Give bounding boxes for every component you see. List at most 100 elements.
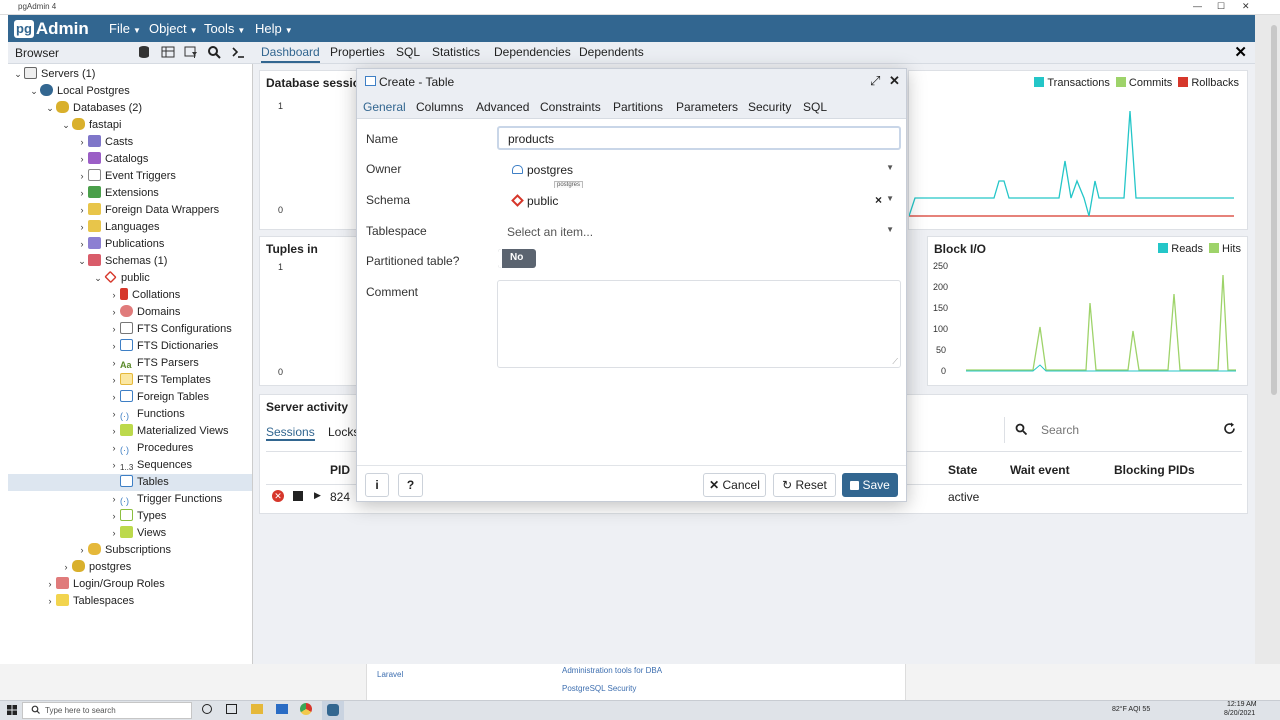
tab-dependents[interactable]: Dependents [579, 45, 644, 59]
chevron-right-icon[interactable]: › [108, 525, 120, 542]
chevron-right-icon[interactable]: › [60, 559, 72, 576]
menu-file[interactable]: File ▼ [109, 21, 141, 36]
close-dialog-icon[interactable]: ✕ [889, 73, 900, 89]
tree-item-foreign-tables[interactable]: › Foreign Tables [108, 389, 209, 406]
tree-item-trigger-functions[interactable]: › (·) Trigger Functions [108, 491, 223, 508]
activity-search-input[interactable] [1041, 421, 1191, 439]
tree-item-fts-templates[interactable]: › FTS Templates [108, 372, 211, 389]
chevron-right-icon[interactable]: › [76, 134, 88, 151]
chevron-down-icon[interactable]: ▼ [886, 225, 894, 234]
psql-tool-icon[interactable] [230, 45, 246, 61]
windows-start-icon[interactable] [7, 705, 17, 718]
search-objects-icon[interactable] [206, 45, 222, 61]
chevron-right-icon[interactable]: › [108, 287, 120, 304]
tree-item-fts-parsers[interactable]: › Aa FTS Parsers [108, 355, 199, 372]
minimize-button[interactable]: — [1193, 1, 1202, 11]
tree-item-sequences[interactable]: › 1..3 Sequences [108, 457, 193, 474]
page-scrollbar[interactable] [1271, 25, 1277, 395]
tree-item-views[interactable]: › Views [108, 525, 166, 542]
schema-select[interactable]: public × ▼ [497, 188, 901, 212]
tab-parameters[interactable]: Parameters [676, 100, 738, 114]
cancel-query-icon[interactable]: ✕ [272, 490, 284, 502]
tree-item-casts[interactable]: › Casts [76, 134, 133, 151]
link-postgresql-security[interactable]: PostgreSQL Security [562, 684, 636, 693]
tab-locks[interactable]: Locks [328, 425, 359, 439]
clock-time[interactable]: 12:19 AM [1227, 701, 1257, 708]
taskbar-search-box[interactable]: Type here to search [22, 702, 192, 719]
chevron-down-icon[interactable]: ▼ [886, 163, 894, 172]
owner-select[interactable]: postgres ▼ postgres [497, 157, 901, 189]
tree-item-extensions[interactable]: › Extensions [76, 185, 159, 202]
tab-constraints[interactable]: Constraints [540, 100, 601, 114]
chevron-right-icon[interactable]: › [108, 457, 120, 474]
cortana-icon[interactable] [202, 704, 212, 714]
resize-grip-icon[interactable]: ⟋ [892, 357, 898, 367]
tree-item-fastapi[interactable]: ⌄ fastapi [60, 117, 121, 134]
tree-item-materialized-views[interactable]: › Materialized Views [108, 423, 229, 440]
chevron-down-icon[interactable]: ⌄ [60, 117, 72, 134]
menu-object[interactable]: Object ▼ [149, 21, 198, 36]
chevron-down-icon[interactable]: ⌄ [44, 100, 56, 117]
chevron-down-icon[interactable]: ⌄ [92, 270, 104, 287]
tree-item-domains[interactable]: › Domains [108, 304, 180, 321]
tree-item-publications[interactable]: › Publications [76, 236, 164, 253]
chevron-down-icon[interactable]: ⌄ [28, 83, 40, 100]
tree-item-languages[interactable]: › Languages [76, 219, 159, 236]
tree-item-fts-dictionaries[interactable]: › FTS Dictionaries [108, 338, 218, 355]
tab-columns[interactable]: Columns [416, 100, 463, 114]
close-tab-icon[interactable]: ✕ [1234, 43, 1247, 61]
partitioned-toggle[interactable]: No [498, 249, 536, 268]
maximize-dialog-icon[interactable]: ⤢ [870, 73, 880, 89]
tab-properties[interactable]: Properties [330, 45, 385, 59]
tree-item-public[interactable]: ⌄ public [92, 270, 150, 287]
tablespace-select[interactable]: Select an item... ▼ [497, 219, 901, 243]
comment-textarea[interactable]: ⟋ [497, 280, 901, 368]
clear-schema-icon[interactable]: × [875, 193, 882, 207]
tab-general[interactable]: General [363, 100, 406, 114]
tree-item-login-group-roles[interactable]: › Login/Group Roles [44, 576, 165, 593]
chevron-down-icon[interactable]: ⌄ [76, 253, 88, 270]
query-tool-icon[interactable] [136, 45, 152, 61]
chevron-right-icon[interactable]: › [108, 440, 120, 457]
filter-rows-icon[interactable] [183, 45, 199, 61]
view-data-icon[interactable] [160, 45, 176, 61]
tree-item-subscriptions[interactable]: › Subscriptions [76, 542, 171, 559]
tree-item-procedures[interactable]: › (·) Procedures [108, 440, 194, 457]
chevron-right-icon[interactable]: › [76, 168, 88, 185]
chevron-right-icon[interactable]: › [108, 406, 120, 423]
pgadmin-logo[interactable]: pg Admin [14, 19, 89, 39]
chevron-right-icon[interactable]: › [108, 338, 120, 355]
clock-date[interactable]: 8/20/2021 [1224, 710, 1255, 717]
tree-item-databases[interactable]: ⌄ Databases (2) [44, 100, 142, 117]
file-explorer-icon[interactable] [251, 704, 263, 714]
reset-button[interactable]: ↻ Reset [773, 473, 836, 497]
chevron-right-icon[interactable]: › [76, 151, 88, 168]
tree-item-tablespaces[interactable]: › Tablespaces [44, 593, 134, 610]
chevron-right-icon[interactable]: › [44, 593, 56, 610]
tree-item-functions[interactable]: › (·) Functions [108, 406, 185, 423]
link-admin-tools[interactable]: Administration tools for DBA [562, 666, 662, 675]
tab-sql[interactable]: SQL [803, 100, 827, 114]
tab-partitions[interactable]: Partitions [613, 100, 663, 114]
tab-security[interactable]: Security [748, 100, 791, 114]
chevron-right-icon[interactable]: › [108, 321, 120, 338]
help-button[interactable]: ? [398, 473, 423, 497]
terminate-session-icon[interactable] [293, 491, 303, 501]
tree-item-tables[interactable]: Tables [8, 474, 252, 491]
link-laravel[interactable]: Laravel [377, 670, 403, 679]
tab-dependencies[interactable]: Dependencies [494, 45, 571, 59]
chevron-right-icon[interactable]: › [108, 508, 120, 525]
chevron-down-icon[interactable]: ▼ [886, 194, 894, 203]
tree-item-foreign-data-wrappers[interactable]: › Foreign Data Wrappers [76, 202, 219, 219]
tab-statistics[interactable]: Statistics [432, 45, 480, 59]
tree-item-event-triggers[interactable]: › Event Triggers [76, 168, 176, 185]
dialog-header[interactable]: Create - Table ⤢ ✕ [357, 69, 906, 95]
chrome-icon[interactable] [300, 703, 312, 715]
tab-dashboard[interactable]: Dashboard [261, 45, 320, 63]
tree-item-catalogs[interactable]: › Catalogs [76, 151, 148, 168]
chevron-right-icon[interactable]: › [108, 389, 120, 406]
menu-tools[interactable]: Tools ▼ [204, 21, 245, 36]
menu-help[interactable]: Help ▼ [255, 21, 293, 36]
tab-sql[interactable]: SQL [396, 45, 420, 59]
tree-item-postgres-db[interactable]: › postgres [60, 559, 131, 576]
